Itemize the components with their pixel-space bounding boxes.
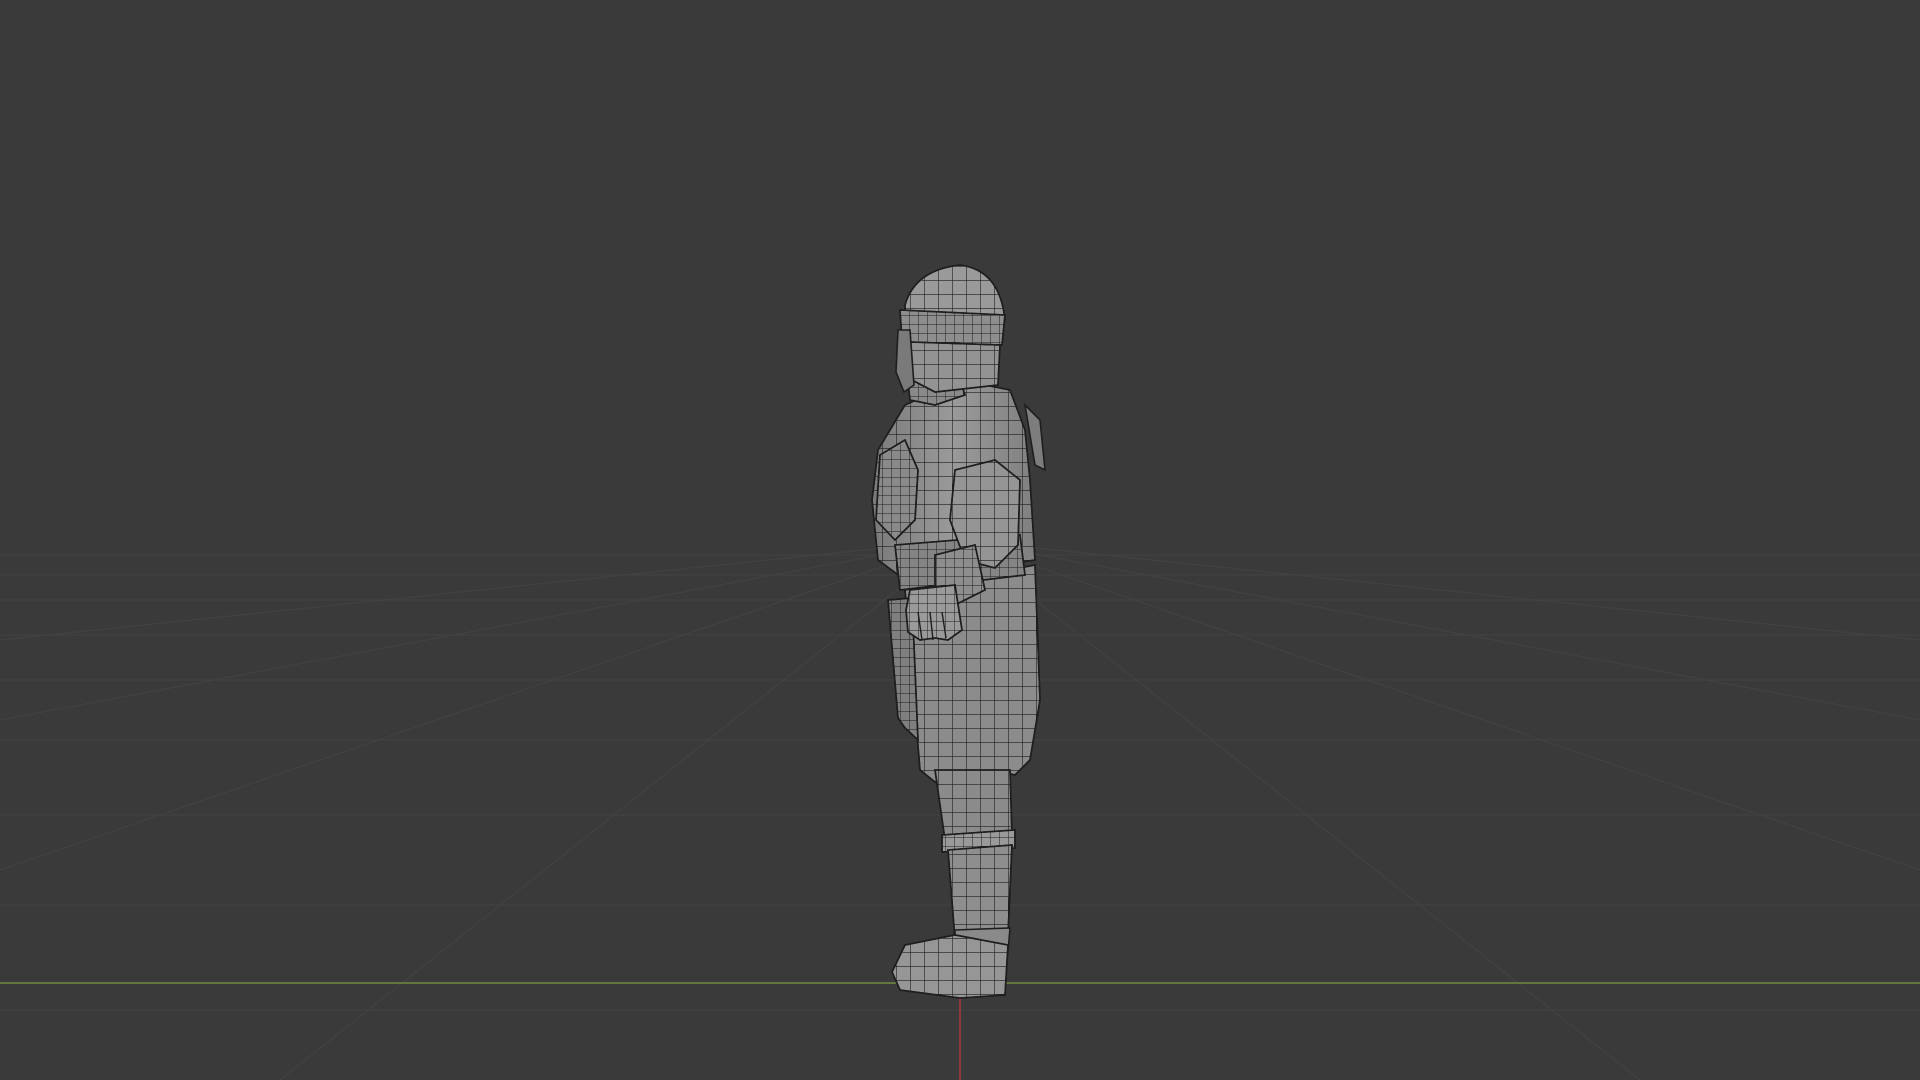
3d-viewport[interactable]	[0, 0, 1920, 1080]
character-mesh[interactable]	[871, 264, 1046, 999]
